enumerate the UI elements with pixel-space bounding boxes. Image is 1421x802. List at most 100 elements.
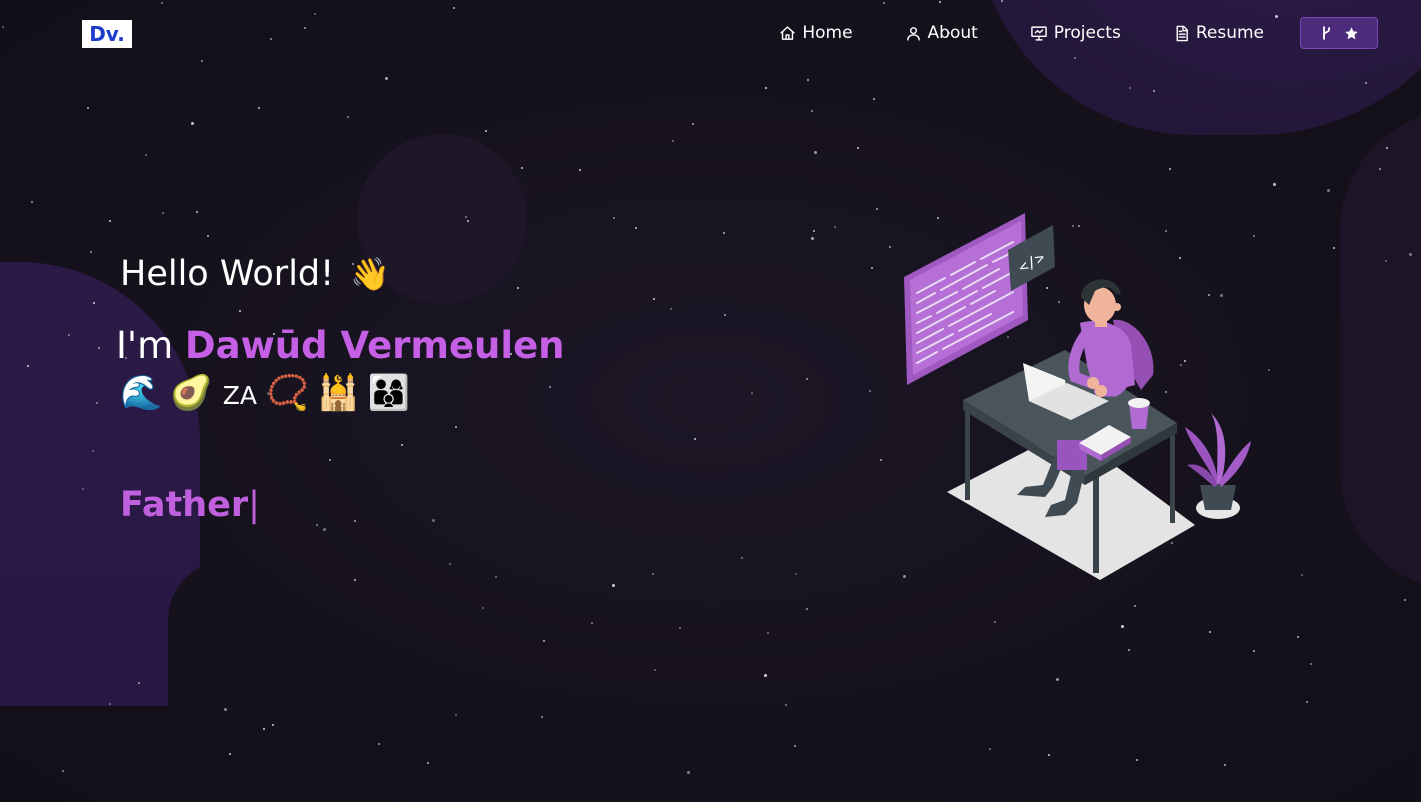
star-dot [1209,631,1211,633]
star-dot [994,621,996,623]
star-dot [1310,663,1312,665]
github-star-fork-button[interactable] [1300,17,1378,49]
nav-about-label: About [927,23,978,43]
star-dot [521,167,523,169]
star-dot [485,130,487,132]
star-dot [543,640,545,642]
star-dot [1306,701,1308,703]
star-dot [82,488,84,490]
star-dot [1386,147,1388,149]
star-dot [613,217,615,219]
star-dot [883,2,885,4]
nav-projects[interactable]: Projects [1030,23,1121,43]
star-dot [1129,87,1131,89]
star-dot [1169,168,1171,170]
star-dot [764,674,767,677]
star-dot [1153,90,1155,92]
star-dot [549,386,551,388]
star-dot [239,310,241,312]
star-dot [724,314,726,316]
star-dot [455,714,457,716]
star-dot [880,459,882,461]
star-dot [767,632,769,634]
star-dot [806,608,808,610]
nav-home-label: Home [802,23,853,43]
star-dot [263,728,265,730]
star-dot [1253,650,1255,652]
star-dot [541,716,543,718]
star-dot [834,226,836,228]
star-dot [612,584,615,587]
star-dot [314,13,316,15]
logo[interactable]: Dv. [82,20,132,48]
star-dot [857,147,859,149]
star-dot [453,7,455,9]
star-dot [1056,678,1059,681]
star-dot [1333,247,1335,249]
prayer-beads-icon: 📿 [266,373,310,413]
nav-projects-label: Projects [1053,23,1121,43]
nav-about[interactable]: About [905,23,978,43]
star-dot [162,212,164,214]
star-dot [191,122,194,125]
star-dot [1136,759,1138,761]
star-dot [672,140,674,142]
star-dot [385,77,388,80]
star-dot [347,116,349,118]
star-dot [145,154,147,156]
star-dot [270,38,272,40]
intro-prefix: I'm [116,324,185,367]
document-icon [1176,25,1188,41]
star-dot [62,770,64,772]
star-dot [258,107,260,109]
star-dot [92,450,94,452]
star-dot [1297,636,1299,638]
wave-water-icon: 🌊 [120,373,163,413]
nav-resume-label: Resume [1195,23,1264,43]
greeting: Hello World! 👋 [120,254,390,294]
star-dot [495,576,497,578]
star-dot [806,378,808,380]
star-dot [27,365,29,367]
presentation-icon [1031,25,1047,41]
star-dot [679,627,681,629]
mosque-icon: 🕌 [317,373,360,413]
star-dot [869,390,871,392]
typing-cursor: | [248,485,260,525]
star-dot [304,27,306,29]
star-dot [68,334,70,336]
star-dot [670,308,672,310]
star-dot [873,98,875,100]
star-dot [161,2,163,4]
star-dot [354,579,356,581]
star-dot [1404,599,1406,601]
star-dot [1121,625,1124,628]
star-dot [1001,0,1003,2]
star-dot [467,220,469,222]
star-dot [432,519,435,522]
star-dot [1365,82,1367,84]
star-dot [224,708,227,711]
star-dot [1268,369,1270,371]
star-dot [811,237,814,240]
star-dot [517,287,519,289]
star-dot [378,743,380,745]
star-dot [354,520,356,522]
nav-resume[interactable]: Resume [1173,23,1264,43]
star-dot [591,622,593,624]
navbar: Home About Projects Resume [779,16,1378,50]
star-dot [96,402,98,404]
nav-home[interactable]: Home [779,23,853,43]
star-dot [109,703,111,705]
star-dot [482,607,484,609]
star-dot [87,107,89,109]
star-dot [889,246,891,248]
star-dot [751,392,753,394]
star-icon [1344,26,1358,39]
star-dot [652,573,654,575]
star-dot [765,87,767,89]
star-dot [196,211,198,213]
star-dot [741,557,743,559]
star-dot [465,216,467,218]
star-dot [207,235,209,237]
